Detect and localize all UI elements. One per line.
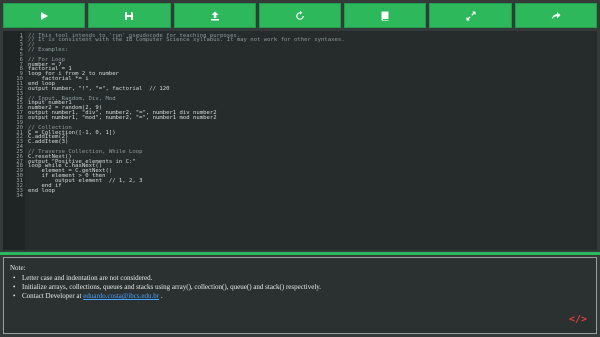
code-line: output number, "!", "=", factorial // 12… — [28, 85, 170, 92]
contact-prefix: Contact Developer at — [22, 292, 84, 300]
book-button[interactable] — [344, 3, 427, 28]
fullscreen-button[interactable] — [429, 3, 512, 28]
code-line: // It is consistent with the IB Computer… — [28, 37, 345, 44]
contact-suffix: . — [159, 292, 163, 300]
line-number: 34 — [16, 192, 23, 199]
note-list: Letter case and indentation are not cons… — [10, 274, 590, 301]
toolbar — [3, 3, 597, 28]
code-line: output number1, "mod", number2, "=", num… — [28, 114, 217, 121]
contact-developer-link[interactable]: eduardo.costa@ibcs.edu.br — [83, 292, 159, 300]
book-icon — [381, 11, 389, 21]
note-panel: Note: Letter case and indentation are no… — [3, 257, 597, 334]
share-button[interactable] — [514, 3, 597, 28]
run-button[interactable] — [3, 3, 86, 28]
code-icon: </> — [568, 314, 587, 325]
code-line: C.addItem(3) — [28, 139, 69, 146]
share-icon — [551, 11, 561, 19]
note-title: Note: — [10, 264, 26, 272]
code-editor[interactable]: 1 2 3 4 5 6 7 8 9 10 11 12 13 14 15 16 17 18 19 20 21 22 23 24 2… — [3, 31, 597, 250]
refresh-icon — [296, 10, 304, 20]
code-line: end loop — [28, 187, 55, 194]
note-item-contact: Contact Developer at eduardo.costa@ibcs.… — [10, 292, 590, 301]
note-item: Initialize arrays, collections, queues a… — [10, 283, 590, 292]
code-line: // Examples: — [28, 47, 69, 54]
line-number-gutter: 1 2 3 4 5 6 7 8 9 10 11 12 13 14 15 16 17 18 19 20 21 22 23 24 2… — [3, 31, 25, 250]
save-button[interactable] — [88, 3, 171, 28]
panel-divider[interactable] — [0, 252, 600, 255]
note-item: Letter case and indentation are not cons… — [10, 274, 590, 283]
upload-button[interactable] — [173, 3, 256, 28]
save-icon — [125, 11, 134, 20]
expand-icon — [466, 11, 476, 20]
refresh-button[interactable] — [258, 3, 342, 28]
upload-icon — [210, 11, 219, 20]
play-icon — [41, 11, 49, 20]
